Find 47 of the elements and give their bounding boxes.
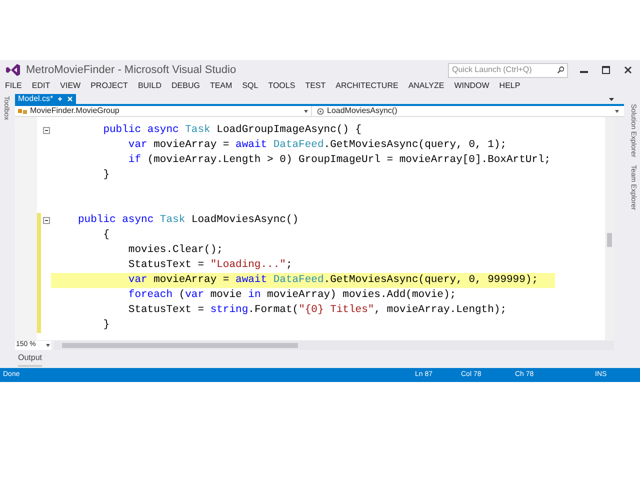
code-line: var movieArray = await DataFeed.GetMoviesAsync(query, 0, 1);	[128, 138, 506, 153]
menu-item[interactable]: ANALYZE	[408, 80, 444, 92]
window-title: MetroMovieFinder - Microsoft Visual Studio	[26, 62, 236, 78]
close-icon[interactable]	[624, 66, 632, 74]
scrollbar-thumb[interactable]	[607, 233, 612, 247]
menu-item[interactable]: DEBUG	[172, 80, 200, 92]
quick-launch-field[interactable]: Quick Launch (Ctrl+Q)	[448, 62, 568, 78]
menu-item[interactable]: FILE	[5, 80, 22, 92]
code-line: {	[103, 228, 110, 243]
code-line: foreach (var movie in movieArray) movies.Add(movie);	[128, 288, 456, 303]
visual-studio-logo-icon	[6, 64, 20, 76]
menu-item[interactable]: EDIT	[32, 80, 50, 92]
vertical-scrollbar[interactable]	[605, 117, 614, 340]
caret-icon	[304, 110, 308, 112]
scrollbar-thumb[interactable]	[62, 342, 298, 348]
code-line: }	[103, 318, 110, 333]
caret-icon	[615, 110, 619, 112]
class-icon	[18, 108, 27, 114]
menu-item[interactable]: ARCHITECTURE	[336, 80, 398, 92]
menu-item[interactable]: TEAM	[210, 80, 232, 92]
type-scope-dropdown[interactable]: MovieFinder.MovieGroup	[15, 106, 312, 116]
menu-item[interactable]: SQL	[242, 80, 258, 92]
menu-item[interactable]: BUILD	[138, 80, 162, 92]
code-line: StatusText = "Loading...";	[128, 258, 292, 273]
menu-item[interactable]: WINDOW	[454, 80, 490, 92]
horizontal-scrollbar[interactable]	[54, 340, 614, 350]
maximize-icon[interactable]	[602, 66, 610, 74]
code-line: movies.Clear();	[128, 242, 223, 258]
document-tab[interactable]: Model.cs*	[15, 94, 76, 104]
method-icon	[317, 108, 324, 114]
menu-item[interactable]: TEST	[305, 80, 326, 92]
member-dropdown[interactable]: LoadMoviesAsync()	[312, 106, 624, 116]
code-line: var movieArray = await DataFeed.GetMoviesAsync(query, 0, 999999);	[128, 272, 538, 288]
code-line: public async Task LoadGroupImageAsync() {	[103, 122, 362, 138]
search-icon	[556, 66, 564, 74]
code-line: public async Task LoadMoviesAsync()	[78, 212, 299, 228]
menu-item[interactable]: TOOLS	[268, 80, 296, 92]
collapse-icon[interactable]	[42, 217, 50, 224]
menu-item[interactable]: HELP	[499, 80, 520, 92]
code-line: StatusText = string.Format("{0} Titles", movieArray.Length);	[128, 302, 507, 318]
caret-icon	[46, 344, 50, 346]
code-line: if (movieArray.Length > 0) GroupImageUrl = movieArray[0].BoxArtUrl;	[128, 152, 551, 168]
collapse-icon[interactable]	[42, 127, 50, 134]
menu-item[interactable]: PROJECT	[90, 80, 128, 92]
code-line: }	[103, 168, 110, 183]
menu-item[interactable]: VIEW	[60, 80, 81, 92]
dropdown-icon[interactable]	[609, 98, 614, 101]
